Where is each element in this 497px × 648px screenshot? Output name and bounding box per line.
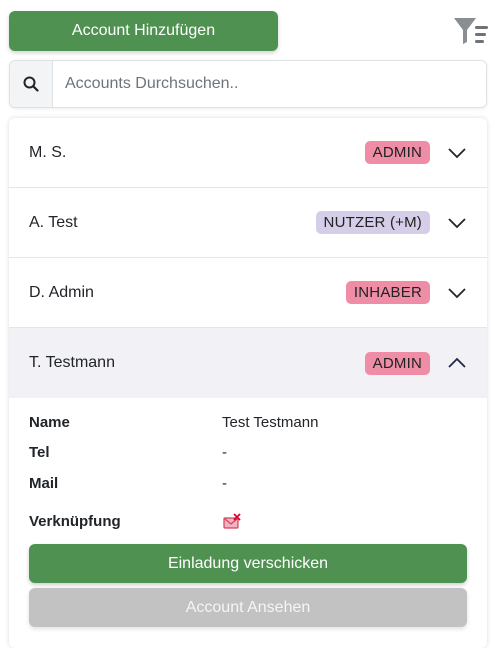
account-row[interactable]: A. Test NUTZER (+M) [9, 188, 487, 258]
chevron-down-icon[interactable] [447, 217, 467, 229]
chevron-up-icon[interactable] [447, 357, 467, 369]
tel-label: Tel [29, 444, 50, 461]
account-name: M. S. [29, 143, 67, 161]
account-row-expanded[interactable]: T. Testmann ADMIN [9, 328, 487, 398]
unlinked-icon [223, 513, 241, 529]
account-name: D. Admin [29, 283, 94, 301]
search-input[interactable] [53, 61, 486, 107]
tel-value: - [222, 444, 227, 461]
view-account-button[interactable]: Account Ansehen [29, 588, 467, 627]
filter-list-icon[interactable] [453, 16, 489, 46]
account-list: M. S. ADMIN A. Test NUTZER (+M) D. Admin… [9, 118, 487, 648]
account-row[interactable]: M. S. ADMIN [9, 118, 487, 188]
account-name: A. Test [29, 213, 78, 231]
account-name: T. Testmann [29, 354, 115, 371]
account-details: Name Test Testmann Tel - Mail - Verknüpf… [9, 398, 487, 634]
chevron-down-icon[interactable] [447, 147, 467, 159]
link-label: Verknüpfung [29, 513, 121, 530]
name-value: Test Testmann [222, 414, 319, 431]
add-account-button[interactable]: Account Hinzufügen [9, 11, 278, 51]
chevron-down-icon[interactable] [447, 287, 467, 299]
account-row[interactable]: D. Admin INHABER [9, 258, 487, 328]
mail-label: Mail [29, 475, 59, 492]
search-icon[interactable] [10, 61, 53, 107]
role-badge: INHABER [345, 281, 430, 304]
search-bar [9, 60, 487, 108]
send-invitation-button[interactable]: Einladung verschicken [29, 544, 467, 583]
role-badge: ADMIN [364, 351, 430, 375]
role-badge: ADMIN [364, 141, 430, 164]
mail-value: - [222, 475, 227, 492]
name-label: Name [29, 414, 70, 431]
role-badge: NUTZER (+M) [315, 211, 430, 234]
